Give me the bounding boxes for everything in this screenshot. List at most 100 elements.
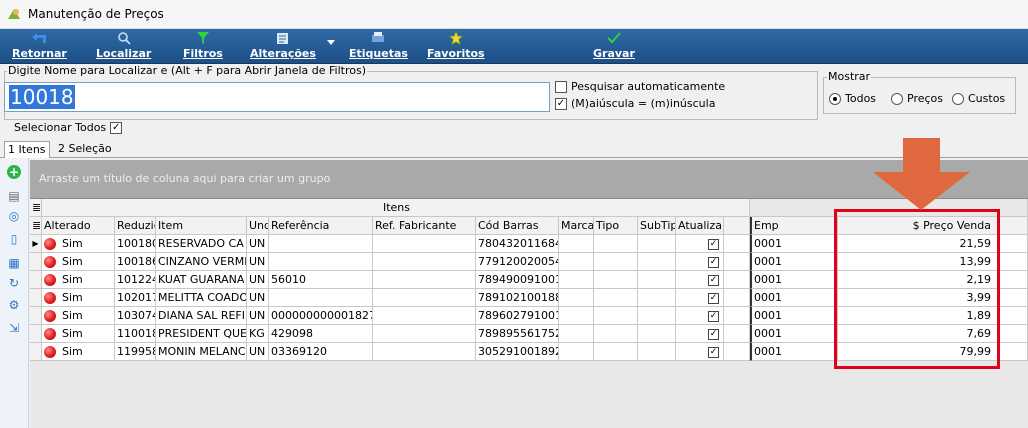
col-und[interactable]: Und xyxy=(247,217,269,235)
update-checkbox[interactable]: ✓ xyxy=(708,328,719,340)
row-indicator[interactable] xyxy=(30,253,42,271)
cell-ref-fabricante[interactable] xyxy=(373,289,476,307)
tab-itens[interactable]: 1 Itens xyxy=(4,141,50,158)
cell-alterado[interactable]: Sim xyxy=(42,253,115,271)
cell-reduzido[interactable]: 100186 xyxy=(115,253,156,271)
cell-reduzido[interactable]: 102017 xyxy=(115,289,156,307)
cell-subtipo[interactable] xyxy=(638,325,676,343)
cell-tipo[interactable] xyxy=(594,235,638,253)
export-icon[interactable]: ⇲ xyxy=(7,321,21,335)
document-icon[interactable]: ▯ xyxy=(7,232,21,246)
cell-atualizar[interactable]: ✓ xyxy=(676,343,724,361)
current-row-indicator[interactable]: ▶ xyxy=(30,235,42,253)
cell-subtipo[interactable] xyxy=(638,271,676,289)
cell-ref-fabricante[interactable] xyxy=(373,343,476,361)
cell-und[interactable]: UN xyxy=(247,307,269,325)
auto-search-option[interactable]: Pesquisar automaticamente xyxy=(555,80,725,93)
cell-ref-fabricante[interactable] xyxy=(373,325,476,343)
cell-ref-fabricante[interactable] xyxy=(373,235,476,253)
return-button[interactable]: Retornar xyxy=(12,30,67,62)
cell-und[interactable]: UN xyxy=(247,253,269,271)
cell-alterado[interactable]: Sim xyxy=(42,235,115,253)
cell-ref-fabricante[interactable] xyxy=(373,271,476,289)
select-all-option[interactable]: Selecionar Todos ✓ xyxy=(14,121,123,134)
select-all-checkbox[interactable]: ✓ xyxy=(110,121,123,134)
cell-und[interactable]: UN xyxy=(247,235,269,253)
cell-subtipo[interactable] xyxy=(638,253,676,271)
tab-selecao[interactable]: 2 Seleção xyxy=(55,141,115,158)
col-reduzido[interactable]: Reduzido xyxy=(115,217,156,235)
update-checkbox[interactable]: ✓ xyxy=(708,256,719,268)
cell-alterado[interactable]: Sim xyxy=(42,325,115,343)
cell-ref-fabricante[interactable] xyxy=(373,307,476,325)
update-checkbox[interactable]: ✓ xyxy=(708,346,719,358)
case-option[interactable]: ✓ (M)aiúscula = (m)inúscula xyxy=(555,97,715,110)
cell-tipo[interactable] xyxy=(594,343,638,361)
show-option-precos[interactable]: Preços xyxy=(891,92,943,105)
trash-icon[interactable]: ▤ xyxy=(7,189,21,203)
cell-referencia[interactable] xyxy=(269,289,373,307)
cell-item[interactable]: RESERVADO CA xyxy=(156,235,247,253)
cell-reduzido[interactable]: 119958 xyxy=(115,343,156,361)
changes-button[interactable]: Alterações xyxy=(250,30,316,62)
cell-marca[interactable] xyxy=(559,271,594,289)
row-indicator[interactable] xyxy=(30,325,42,343)
update-checkbox[interactable]: ✓ xyxy=(708,292,719,304)
cell-alterado[interactable]: Sim xyxy=(42,307,115,325)
grid-corner-icon[interactable]: ≣ xyxy=(30,199,42,217)
cell-item[interactable]: DIANA SAL REFI xyxy=(156,307,247,325)
show-option-custos[interactable]: Custos xyxy=(952,92,1005,105)
cell-atualizar[interactable]: ✓ xyxy=(676,307,724,325)
cell-emp[interactable]: 0001 xyxy=(750,343,838,361)
case-checkbox[interactable]: ✓ xyxy=(555,97,567,110)
update-checkbox[interactable]: ✓ xyxy=(708,310,719,322)
cell-marca[interactable] xyxy=(559,235,594,253)
cell-marca[interactable] xyxy=(559,307,594,325)
refresh-icon[interactable]: ↻ xyxy=(7,276,21,290)
cell-referencia[interactable]: 56010 xyxy=(269,271,373,289)
cell-alterado[interactable]: Sim xyxy=(42,289,115,307)
cell-reduzido[interactable]: 100180 xyxy=(115,235,156,253)
cell-subtipo[interactable] xyxy=(638,289,676,307)
cell-emp[interactable]: 0001 xyxy=(750,253,838,271)
cell-subtipo[interactable] xyxy=(638,307,676,325)
col-emp[interactable]: Emp xyxy=(750,217,838,235)
cell-und[interactable]: KG xyxy=(247,325,269,343)
col-subtipo[interactable]: SubTipo xyxy=(638,217,676,235)
save-button[interactable]: Gravar xyxy=(593,30,635,62)
gear-icon[interactable]: ⚙ xyxy=(7,298,21,312)
cell-emp[interactable]: 0001 xyxy=(750,325,838,343)
cell-emp[interactable]: 0001 xyxy=(750,271,838,289)
col-marca[interactable]: Marca xyxy=(559,217,594,235)
update-checkbox[interactable]: ✓ xyxy=(708,238,719,250)
cell-und[interactable]: UN xyxy=(247,343,269,361)
favorites-button[interactable]: Favoritos xyxy=(427,30,485,62)
cell-subtipo[interactable] xyxy=(638,235,676,253)
cell-atualizar[interactable]: ✓ xyxy=(676,271,724,289)
search-input[interactable]: 10018 xyxy=(4,82,550,112)
cell-ref-fabricante[interactable] xyxy=(373,253,476,271)
cell-und[interactable]: UN xyxy=(247,289,269,307)
cell-item[interactable]: CINZANO VERMI xyxy=(156,253,247,271)
labels-button[interactable]: Etiquetas xyxy=(349,30,408,62)
cell-subtipo[interactable] xyxy=(638,343,676,361)
cell-item[interactable]: MELITTA COADO xyxy=(156,289,247,307)
cell-marca[interactable] xyxy=(559,343,594,361)
settings-icon[interactable]: ◎ xyxy=(7,209,21,223)
chevron-down-icon[interactable] xyxy=(327,40,335,45)
cell-marca[interactable] xyxy=(559,253,594,271)
cell-item[interactable]: KUAT GUARANA xyxy=(156,271,247,289)
cell-reduzido[interactable]: 103074 xyxy=(115,307,156,325)
row-indicator[interactable] xyxy=(30,271,42,289)
cell-reduzido[interactable]: 101224 xyxy=(115,271,156,289)
cell-item[interactable]: MONIN MELANC xyxy=(156,343,247,361)
cell-atualizar[interactable]: ✓ xyxy=(676,253,724,271)
col-atualizar[interactable]: Atualizar xyxy=(676,217,724,235)
cell-atualizar[interactable]: ✓ xyxy=(676,325,724,343)
col-cod-barras[interactable]: Cód Barras xyxy=(476,217,559,235)
cell-cod-barras[interactable]: 7891021001885 xyxy=(476,289,559,307)
update-checkbox[interactable]: ✓ xyxy=(708,274,719,286)
cell-tipo[interactable] xyxy=(594,271,638,289)
cell-reduzido[interactable]: 110018 xyxy=(115,325,156,343)
col-alterado[interactable]: Alterado xyxy=(42,217,115,235)
